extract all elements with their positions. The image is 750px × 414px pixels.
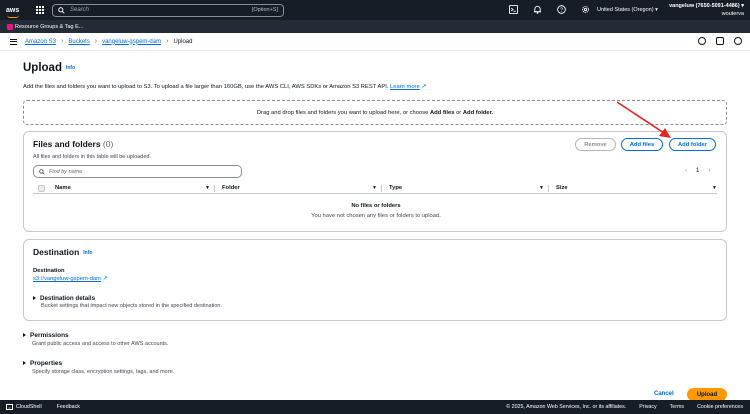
page-title: Upload Info (23, 62, 76, 74)
favorites-bar: Resource Groups & Tag E... (0, 20, 750, 33)
destination-panel: Destination Info Destination s3://vangelu… (23, 239, 727, 321)
chevron-right-icon[interactable]: › (708, 168, 710, 174)
caret-right-icon (33, 296, 36, 301)
favorite-resource-groups[interactable]: Resource Groups & Tag E... (15, 24, 83, 30)
column-folder[interactable]: Folder ▼ (215, 183, 382, 193)
external-link-icon: ↗ (421, 84, 427, 90)
add-files-button[interactable]: Add files (621, 138, 663, 151)
privacy-link[interactable]: Privacy (639, 404, 656, 410)
search-shortcut: [Option+S] (251, 7, 278, 13)
page-description: Add the files and folders you want to up… (23, 84, 427, 90)
destination-link-row: s3://vangeluw-gspem-dam ↗ (33, 276, 107, 282)
destination-link[interactable]: s3://vangeluw-gspem-dam (33, 276, 101, 282)
select-all-checkbox[interactable] (38, 184, 45, 192)
cookie-preferences-link[interactable]: Cookie preferences (697, 404, 743, 410)
caret-right-icon (23, 361, 26, 366)
copyright: © 2025, Amazon Web Services, Inc. or its… (506, 404, 627, 410)
services-grid-icon[interactable] (36, 6, 44, 14)
search-icon (39, 168, 45, 175)
chevron-right-icon: › (166, 38, 169, 45)
breadcrumb-amazon-s3[interactable]: Amazon S3 (25, 39, 56, 45)
account-menu[interactable]: vangeluw (7650-5091-4486) ▾ wouterva (669, 3, 744, 18)
cloudshell-link[interactable]: CloudShell (16, 404, 42, 410)
drop-zone[interactable]: Drag and drop files and folders you want… (23, 100, 727, 125)
find-by-name-input[interactable]: Find by name (33, 165, 242, 178)
table-header: Name ▼ Folder ▼ Type ▼ Size ▼ (33, 183, 717, 194)
bell-icon[interactable] (533, 5, 542, 14)
learn-more-link[interactable]: Learn more (390, 84, 420, 90)
split-panel-icon[interactable] (716, 37, 724, 45)
column-size[interactable]: Size ▼ (549, 183, 717, 193)
menu-icon[interactable] (10, 38, 17, 45)
search-placeholder: Search (70, 7, 90, 13)
destination-label: Destination (33, 268, 65, 274)
search-input[interactable]: Search [Option+S] (52, 3, 284, 17)
caret-right-icon (23, 333, 26, 338)
breadcrumb-buckets[interactable]: Buckets (68, 39, 89, 45)
account-user: wouterva (721, 10, 744, 17)
region-selector[interactable]: United States (Oregon) ▾ (597, 7, 658, 13)
chevron-right-icon: › (94, 38, 98, 45)
breadcrumb-current: Upload (173, 38, 193, 45)
svg-text:?: ? (560, 7, 563, 13)
destination-title: Destination Info (33, 247, 93, 257)
info-link[interactable]: Info (83, 250, 92, 256)
resource-groups-icon (7, 23, 13, 30)
files-panel-title: Files and folders (0) (33, 139, 114, 149)
clock-icon[interactable] (734, 37, 742, 45)
destination-details-toggle[interactable]: Destination details (33, 295, 95, 302)
breadcrumb-bucket[interactable]: vangeluw-gspem-dam (102, 39, 161, 45)
properties-sub: Specify storage class, encryption settin… (32, 369, 175, 375)
remove-button[interactable]: Remove (575, 138, 616, 151)
permissions-toggle[interactable]: Permissions (23, 332, 69, 339)
chevron-left-icon[interactable]: ‹ (685, 168, 687, 174)
add-folder-button[interactable]: Add folder (669, 138, 716, 151)
external-link-icon: ↗ (102, 276, 108, 282)
account-name: vangeluw (7650-5091-4486) ▾ (669, 3, 744, 9)
top-navigation: aws Search [Option+S] ? United States (O… (0, 0, 750, 20)
cloudshell-icon[interactable] (509, 5, 518, 14)
files-panel-subtitle: All files and folders in this table will… (33, 154, 152, 160)
help-icon[interactable]: ? (557, 5, 566, 14)
cancel-button[interactable]: Cancel (654, 391, 674, 397)
terms-link[interactable]: Terms (670, 404, 684, 410)
info-link[interactable]: Info (66, 65, 75, 71)
cloudshell-icon[interactable]: > (6, 404, 13, 410)
search-icon (58, 6, 65, 14)
sort-icon: ▼ (205, 185, 210, 191)
pagination: ‹ 1 › (685, 168, 710, 174)
info-circle-icon[interactable] (698, 37, 706, 45)
destination-details-sub: Bucket settings that impact new objects … (41, 303, 222, 309)
permissions-sub: Grant public access and access to other … (32, 341, 169, 347)
column-type[interactable]: Type ▼ (382, 183, 549, 193)
settings-icon[interactable] (581, 5, 590, 14)
page-number[interactable]: 1 (696, 168, 699, 174)
aws-logo[interactable]: aws (6, 7, 24, 18)
feedback-link[interactable]: Feedback (57, 404, 80, 410)
properties-toggle[interactable]: Properties (23, 360, 62, 367)
sort-icon: ▼ (712, 185, 717, 191)
chevron-right-icon: › (61, 38, 64, 45)
empty-state-title: No files or folders (351, 203, 401, 209)
sort-icon: ▼ (539, 185, 544, 191)
breadcrumb-bar: Amazon S3 › Buckets › vangeluw-gspem-dam… (0, 33, 750, 51)
sort-icon: ▼ (372, 185, 377, 191)
console-footer: > CloudShell Feedback © 2025, Amazon Web… (0, 400, 750, 414)
column-name[interactable]: Name ▼ (55, 183, 215, 193)
files-and-folders-panel: Files and folders (0) All files and fold… (23, 131, 727, 232)
empty-state-text: You have not chosen any files or folders… (311, 213, 441, 219)
